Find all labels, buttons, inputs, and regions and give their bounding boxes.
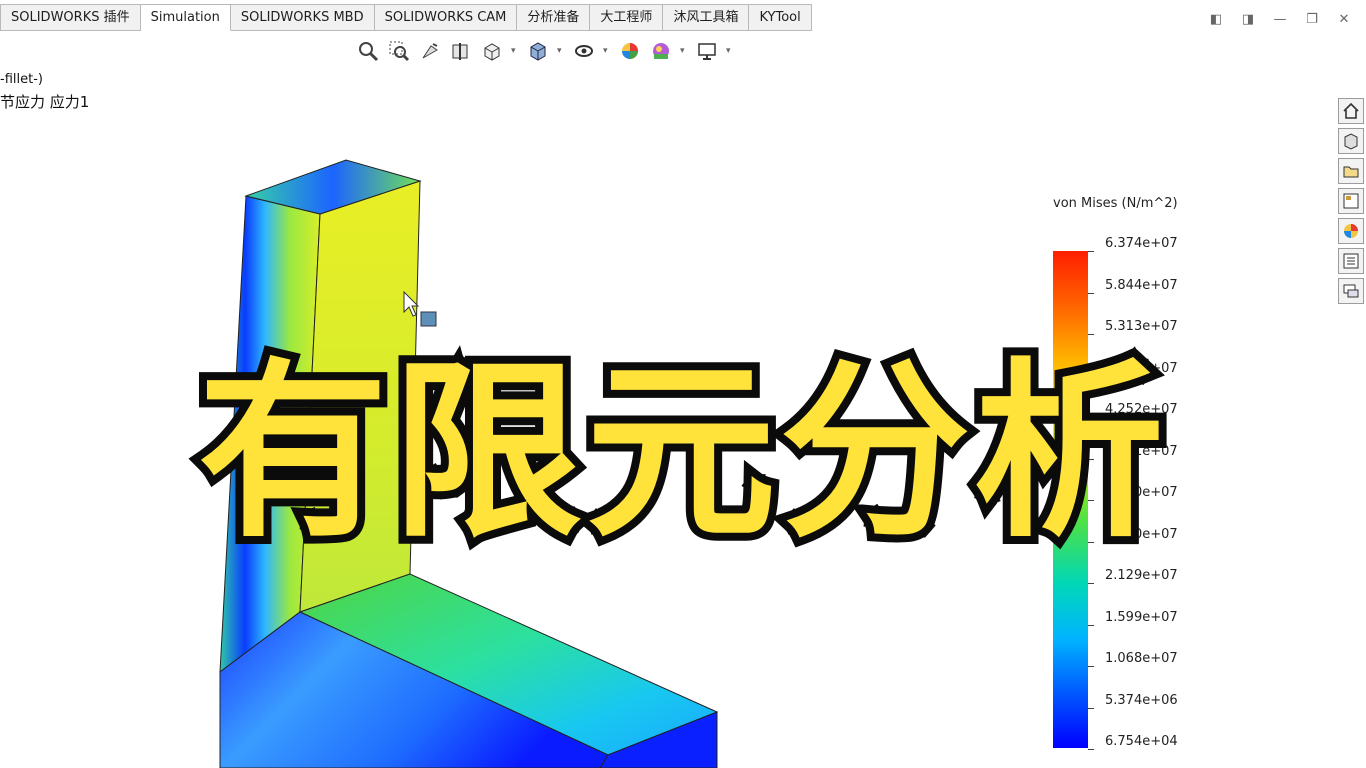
overlay-title: 有限元分析 [190,334,1172,571]
legend-title: von Mises (N/m^2) [1053,196,1178,211]
restore-icon[interactable]: ❐ [1304,12,1320,28]
custom-properties-icon[interactable] [1338,248,1364,274]
legend-label: 1.068e+07 [1105,651,1178,666]
legend-tick [1088,334,1094,335]
legend-tick [1088,666,1094,667]
legend-tick [1088,624,1094,626]
panel-right-icon[interactable]: ◨ [1240,12,1256,28]
view-palette-icon[interactable] [1338,188,1364,214]
window-controls: ◧ ◨ — ❐ ✕ [1208,12,1352,28]
legend-label: 2.129e+07 [1105,568,1178,583]
legend-label: 5.844e+07 [1105,277,1178,293]
design-library-icon[interactable] [1338,128,1364,154]
legend-label: 6.754e+04 [1105,734,1178,749]
legend-label: 1.599e+07 [1105,609,1178,625]
legend-tick [1088,749,1094,750]
forum-icon[interactable] [1338,278,1364,304]
appearances-icon[interactable] [1338,218,1364,244]
legend-label: 6.374e+07 [1105,236,1178,251]
legend-tick [1088,583,1094,584]
task-pane-tabs [1338,98,1366,304]
close-icon[interactable]: ✕ [1336,12,1352,28]
legend-tick [1088,251,1094,252]
panel-left-icon[interactable]: ◧ [1208,12,1224,28]
minimize-icon[interactable]: — [1272,12,1288,28]
legend-label: 5.313e+07 [1105,319,1178,334]
home-icon[interactable] [1338,98,1364,124]
file-explorer-icon[interactable] [1338,158,1364,184]
legend-tick [1088,292,1094,294]
legend-tick [1088,707,1094,709]
legend-label: 5.374e+06 [1105,692,1178,708]
